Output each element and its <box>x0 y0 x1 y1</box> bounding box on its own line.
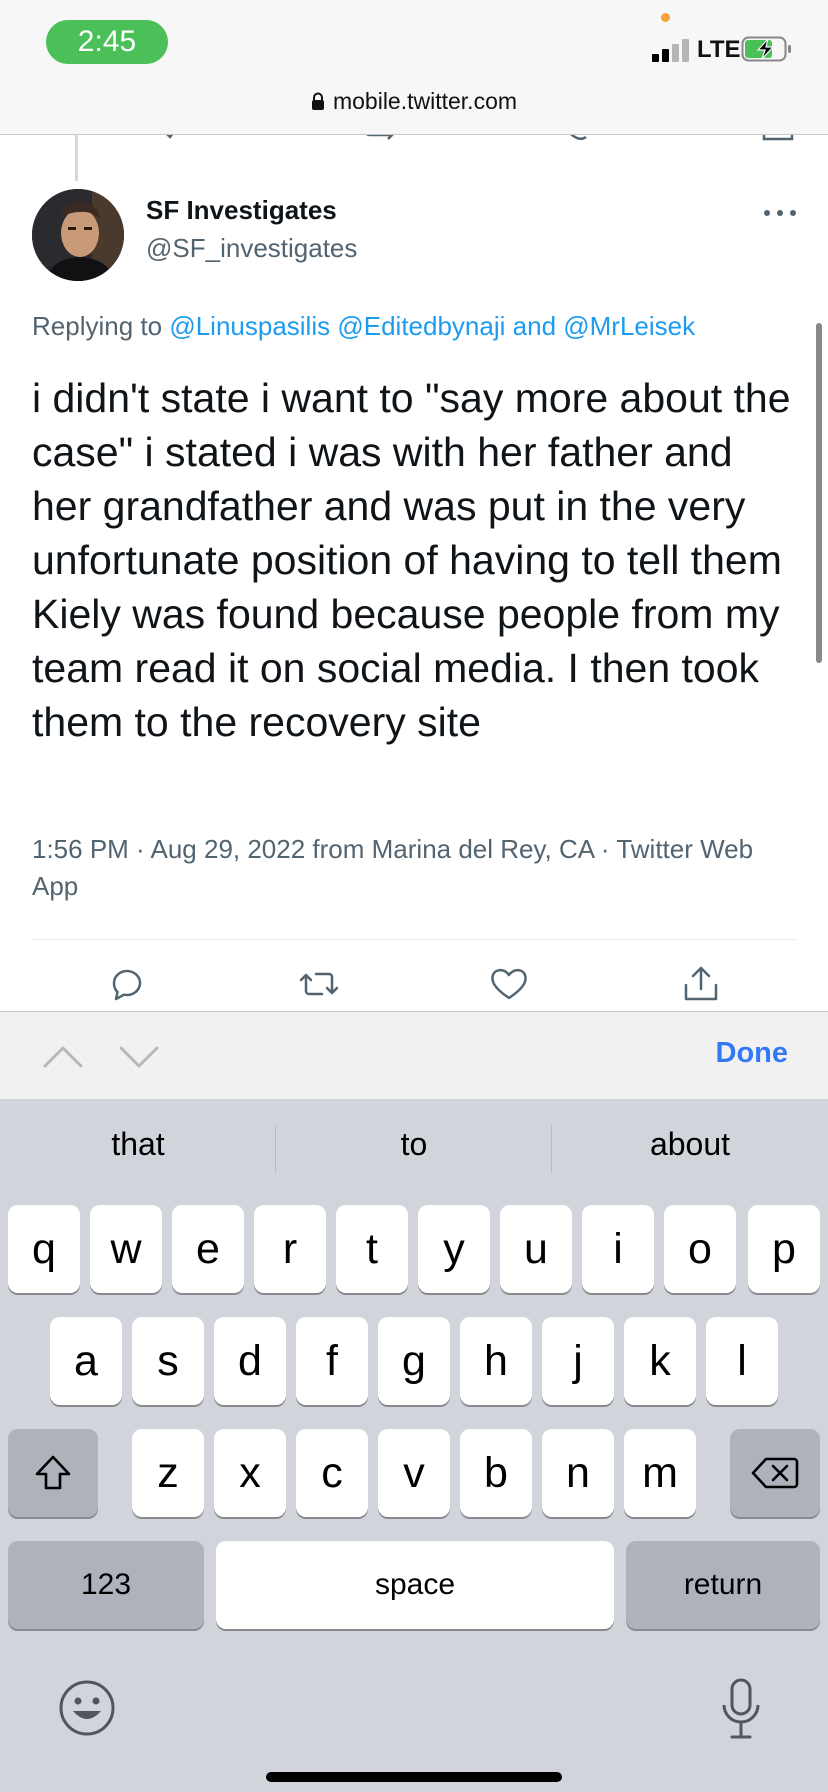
key-g[interactable]: g <box>378 1317 450 1405</box>
privacy-indicator-dot <box>661 13 670 22</box>
key-c[interactable]: c <box>296 1429 368 1517</box>
tweet-detail: SF Investigates @SF_investigates Replyin… <box>0 135 828 1011</box>
key-d[interactable]: d <box>214 1317 286 1405</box>
key-f[interactable]: f <box>296 1317 368 1405</box>
url-text: mobile.twitter.com <box>332 88 518 114</box>
home-indicator[interactable] <box>266 1772 562 1782</box>
return-key[interactable]: return <box>626 1541 820 1629</box>
done-button[interactable]: Done <box>716 1037 789 1070</box>
lock-icon <box>311 92 324 110</box>
key-k[interactable]: k <box>624 1317 696 1405</box>
shift-key[interactable] <box>8 1429 98 1517</box>
key-m[interactable]: m <box>624 1429 696 1517</box>
network-type: LTE <box>697 36 741 63</box>
battery-charging-icon <box>741 36 791 62</box>
chevron-down-icon[interactable] <box>116 1034 162 1080</box>
cellular-signal-icon <box>652 36 692 62</box>
keyboard: that to about q w e r t y u i o p a s d … <box>0 1099 828 1792</box>
key-j[interactable]: j <box>542 1317 614 1405</box>
key-o[interactable]: o <box>664 1205 736 1293</box>
key-s[interactable]: s <box>132 1317 204 1405</box>
like-icon[interactable] <box>486 961 532 1007</box>
key-r[interactable]: r <box>254 1205 326 1293</box>
author-handle[interactable]: @SF_investigates <box>146 233 357 264</box>
keyboard-accessory-bar: Done <box>0 1011 828 1100</box>
tweet-text: i didn't state i want to "say more about… <box>32 375 791 745</box>
more-options-icon[interactable] <box>762 205 798 221</box>
key-z[interactable]: z <box>132 1429 204 1517</box>
like-icon[interactable] <box>562 135 602 143</box>
and-others-link[interactable]: and <box>505 311 563 341</box>
browser-address-bar[interactable]: mobile.twitter.com <box>0 80 828 135</box>
key-q[interactable]: q <box>8 1205 80 1293</box>
key-t[interactable]: t <box>336 1205 408 1293</box>
replying-to-line: Replying to @Linuspasilis @Editedbynaji … <box>32 311 695 342</box>
page-scrollbar[interactable] <box>816 323 822 663</box>
key-y[interactable]: y <box>418 1205 490 1293</box>
key-l[interactable]: l <box>706 1317 778 1405</box>
replying-prefix: Replying to <box>32 311 170 341</box>
backspace-icon <box>751 1457 799 1489</box>
key-h[interactable]: h <box>460 1317 532 1405</box>
divider <box>32 939 796 940</box>
key-a[interactable]: a <box>50 1317 122 1405</box>
suggestion-item[interactable]: about <box>552 1099 828 1189</box>
key-x[interactable]: x <box>214 1429 286 1517</box>
key-w[interactable]: w <box>90 1205 162 1293</box>
key-n[interactable]: n <box>542 1429 614 1517</box>
author-display-name[interactable]: SF Investigates <box>146 195 337 226</box>
key-e[interactable]: e <box>172 1205 244 1293</box>
retweet-icon[interactable] <box>296 961 342 1007</box>
key-p[interactable]: p <box>748 1205 820 1293</box>
numbers-key[interactable]: 123 <box>8 1541 204 1629</box>
previous-tweet-actions <box>0 135 828 143</box>
backspace-key[interactable] <box>730 1429 820 1517</box>
chevron-up-icon[interactable] <box>40 1034 86 1080</box>
suggestion-bar: that to about <box>0 1099 828 1189</box>
mention-link[interactable]: @MrLeisek <box>563 311 695 341</box>
microphone-icon[interactable] <box>718 1677 764 1741</box>
shift-icon <box>35 1455 71 1490</box>
avatar[interactable] <box>32 189 124 281</box>
key-b[interactable]: b <box>460 1429 532 1517</box>
url-display[interactable]: mobile.twitter.com <box>0 88 828 115</box>
share-icon[interactable] <box>678 961 724 1007</box>
tweet-metadata[interactable]: 1:56 PM · Aug 29, 2022 from Marina del R… <box>32 831 772 905</box>
reply-icon[interactable] <box>150 135 190 143</box>
mention-link[interactable]: @Editedbynaji <box>337 311 505 341</box>
retweet-icon[interactable] <box>360 135 400 143</box>
key-i[interactable]: i <box>582 1205 654 1293</box>
suggestion-item[interactable]: to <box>276 1099 552 1189</box>
space-key[interactable]: space <box>216 1541 614 1629</box>
mention-link[interactable]: @Linuspasilis <box>169 311 330 341</box>
emoji-icon[interactable] <box>58 1679 116 1737</box>
reply-icon[interactable] <box>104 961 150 1007</box>
key-v[interactable]: v <box>378 1429 450 1517</box>
key-u[interactable]: u <box>500 1205 572 1293</box>
status-time[interactable]: 2:45 <box>46 20 168 64</box>
status-bar: 2:45 LTE <box>0 0 828 80</box>
share-icon[interactable] <box>760 135 800 143</box>
suggestion-item[interactable]: that <box>0 1099 276 1189</box>
